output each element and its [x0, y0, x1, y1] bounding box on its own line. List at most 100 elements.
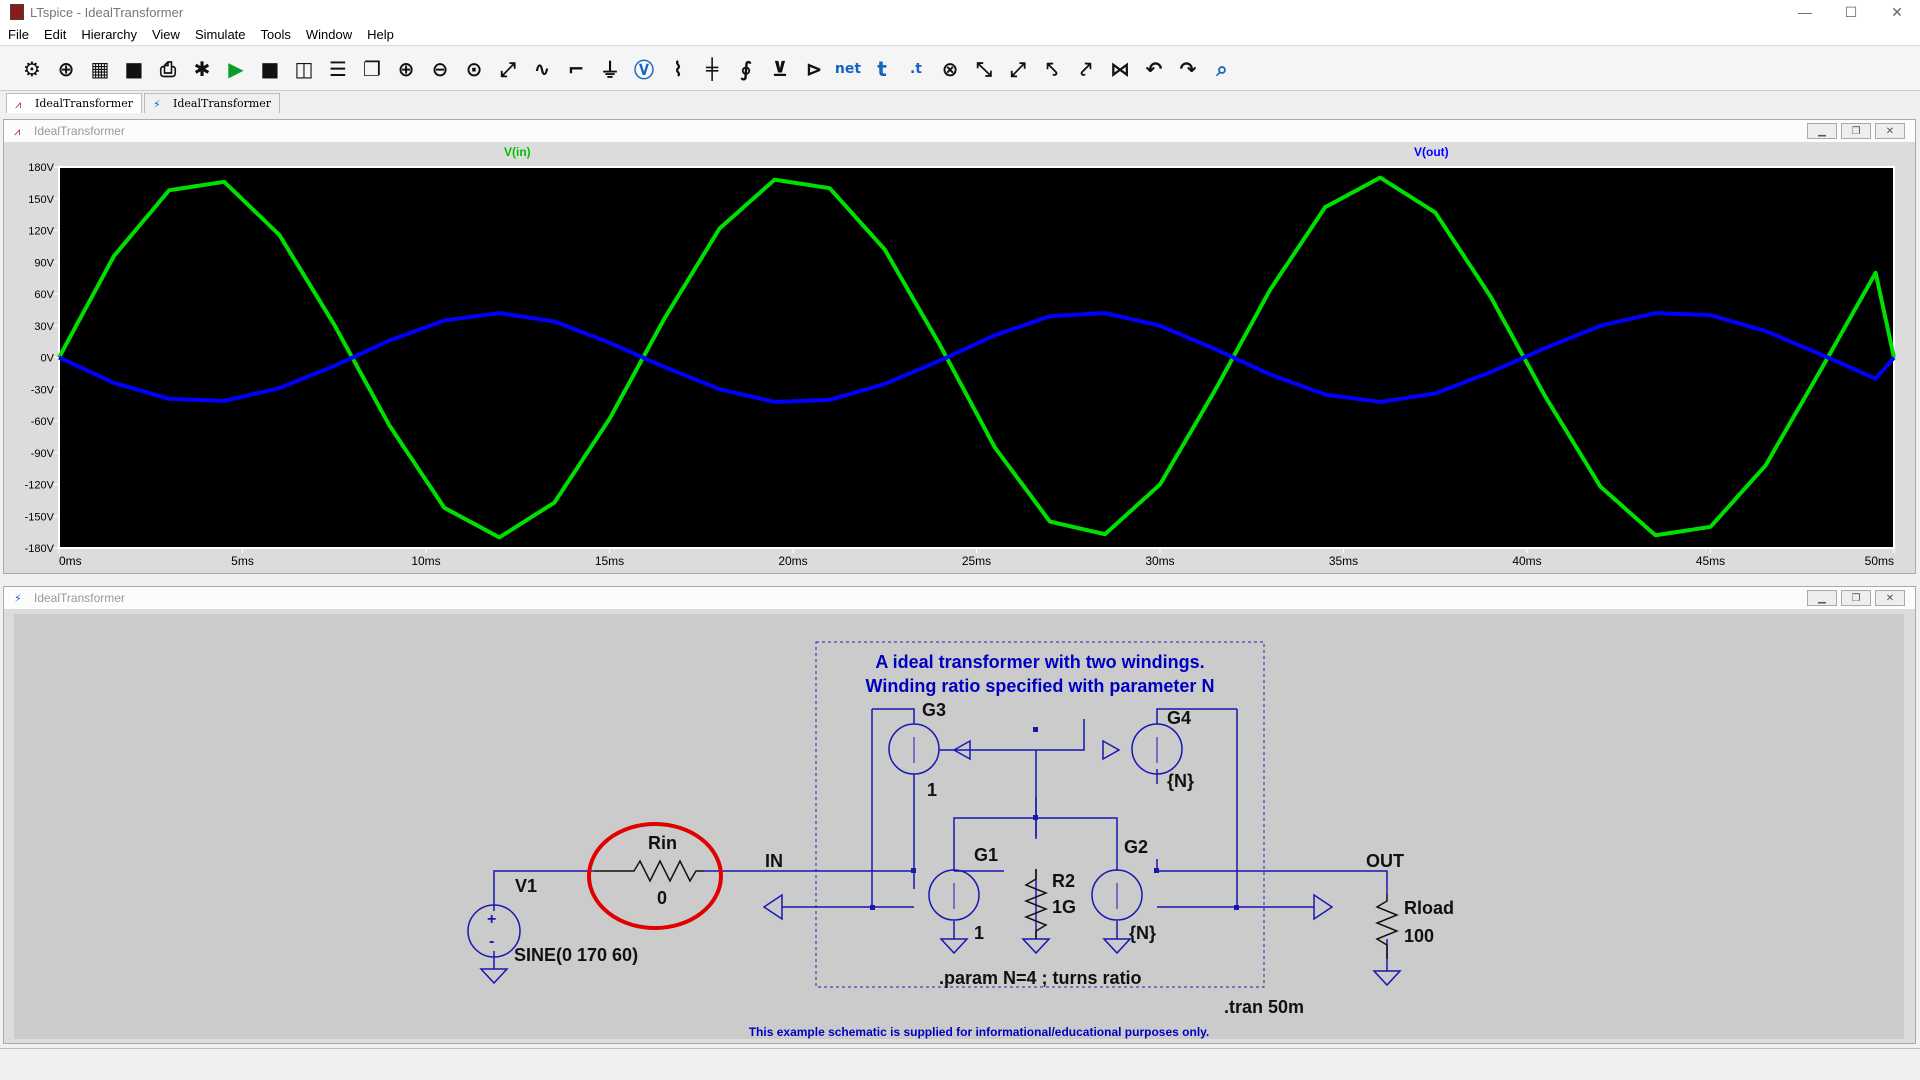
waveform-window-controls: ▁ ❐ ✕	[1803, 123, 1905, 139]
tab-schematic[interactable]: ⚡ IdealTransformer	[144, 93, 281, 113]
waveform-icon: ⩘	[15, 97, 22, 111]
waveform-plot[interactable]: V(in) V(out) 180V 150V 120V 90V 60V 30V 0V -30V…	[4, 142, 1915, 573]
rload-label[interactable]: Rload	[1404, 898, 1454, 918]
g1-label[interactable]: G1	[974, 845, 998, 865]
waveform-close-button[interactable]: ✕	[1875, 123, 1905, 139]
g4-value[interactable]: {N}	[1167, 771, 1194, 791]
r2-label[interactable]: R2	[1052, 871, 1075, 891]
component-tool-button[interactable]: ⊳	[800, 54, 828, 84]
text-tool-button[interactable]: t	[868, 54, 896, 84]
maximize-button[interactable]: ☐	[1828, 0, 1874, 24]
v1-label[interactable]: V1	[515, 876, 537, 896]
minimize-button[interactable]: —	[1782, 0, 1828, 24]
legend-vout[interactable]: V(out)	[1414, 145, 1449, 159]
v1-value[interactable]: SINE(0 170 60)	[514, 945, 638, 965]
ground-tool-button[interactable]: ⏚	[596, 54, 624, 84]
new-schematic-tool-button[interactable]: ⊕	[52, 54, 80, 84]
redo-tool-button[interactable]: ↷	[1174, 54, 1202, 84]
document-tabs: ⩘ IdealTransformer ⚡ IdealTransformer	[0, 91, 1920, 113]
undo-tool-button[interactable]: ↶	[1140, 54, 1168, 84]
zoom-in-tool-button[interactable]: ⊕	[392, 54, 420, 84]
y-tick-label: 30V	[34, 321, 54, 333]
find-tool-button[interactable]: ⌕	[1208, 54, 1236, 84]
r2-value[interactable]: 1G	[1052, 897, 1076, 917]
cascade-tool-button[interactable]: ❐	[358, 54, 386, 84]
autorange-tool-button[interactable]: ⤢	[494, 54, 522, 84]
rload-value[interactable]: 100	[1404, 926, 1434, 946]
zoom-fit-tool-button[interactable]: ⊙	[460, 54, 488, 84]
label-net-tool-button[interactable]: net	[834, 54, 862, 84]
open-tool-button[interactable]: ▦	[86, 54, 114, 84]
fft-tool-button[interactable]: ∿	[528, 54, 556, 84]
close-button[interactable]: ✕	[1874, 0, 1920, 24]
copy-tool-button[interactable]: ⤡	[970, 54, 998, 84]
diode-tool-button[interactable]: ⊻	[766, 54, 794, 84]
g2-value[interactable]: {N}	[1129, 923, 1156, 943]
g3-label[interactable]: G3	[922, 700, 946, 720]
move-tool-button[interactable]: ⤢	[1004, 54, 1032, 84]
rin-value[interactable]: 0	[657, 888, 667, 908]
y-tick-label: 150V	[28, 194, 54, 206]
param-directive[interactable]: .param N=4 ; turns ratio	[939, 968, 1142, 988]
print-tool-button[interactable]: ⎙	[154, 54, 182, 84]
schematic-restore-button[interactable]: ❐	[1841, 590, 1871, 606]
resistor-tool-button[interactable]: ⌇	[664, 54, 692, 84]
schematic-close-button[interactable]: ✕	[1875, 590, 1905, 606]
g1-value[interactable]: 1	[974, 923, 984, 943]
y-tick-label: -90V	[31, 448, 55, 460]
g4-label[interactable]: G4	[1167, 708, 1191, 728]
delete-tool-button[interactable]: ⊗	[936, 54, 964, 84]
g2-label[interactable]: G2	[1124, 837, 1148, 857]
y-tick-label: -150V	[25, 511, 55, 523]
schematic-window: ⚡ IdealTransformer ▁ ❐ ✕ A ideal transfo…	[3, 586, 1916, 1044]
menu-edit[interactable]: Edit	[44, 27, 66, 42]
menu-file[interactable]: File	[8, 27, 29, 42]
waveform-restore-button[interactable]: ❐	[1841, 123, 1871, 139]
tile-vertical-tool-button[interactable]: ◫	[290, 54, 318, 84]
inductor-tool-button[interactable]: ∮	[732, 54, 760, 84]
menu-hierarchy[interactable]: Hierarchy	[81, 27, 137, 42]
x-tick-label: 15ms	[595, 554, 624, 568]
status-bar	[0, 1048, 1920, 1080]
voltage-source-tool-button[interactable]: Ⓥ	[630, 54, 658, 84]
menu-tools[interactable]: Tools	[261, 27, 291, 42]
control-panel-tool-button[interactable]: ✱	[188, 54, 216, 84]
menu-help[interactable]: Help	[367, 27, 394, 42]
y-tick-label: 90V	[34, 257, 54, 269]
schematic-minimize-button[interactable]: ▁	[1807, 590, 1837, 606]
tab-label: IdealTransformer	[35, 97, 134, 110]
menu-window[interactable]: Window	[306, 27, 352, 42]
schematic-canvas[interactable]: A ideal transformer with two windings. W…	[4, 609, 1915, 1043]
rin-label[interactable]: Rin	[648, 833, 677, 853]
run-tool-button[interactable]: ▶	[222, 54, 250, 84]
settings-tool-button[interactable]: ⚙	[18, 54, 46, 84]
wire-tool-button[interactable]: ⌐	[562, 54, 590, 84]
zoom-out-tool-button[interactable]: ⊖	[426, 54, 454, 84]
comment-subtitle[interactable]: Winding ratio specified with parameter N	[866, 676, 1215, 696]
paste-tool-button[interactable]: ⤤	[1072, 54, 1100, 84]
plot-area	[58, 166, 1895, 549]
capacitor-tool-button[interactable]: ╪	[698, 54, 726, 84]
waveform-minimize-button[interactable]: ▁	[1807, 123, 1837, 139]
x-tick-label: 30ms	[1145, 554, 1174, 568]
x-tick-label: 50ms	[1865, 554, 1894, 568]
tab-waveform[interactable]: ⩘ IdealTransformer	[6, 93, 143, 113]
drag-tool-button[interactable]: ⤣	[1038, 54, 1066, 84]
x-tick-label: 10ms	[411, 554, 440, 568]
mirror-tool-button[interactable]: ⋈	[1106, 54, 1134, 84]
waveform-window: ⩘ IdealTransformer ▁ ❐ ✕ V(in) V(out) 18…	[3, 119, 1916, 574]
x-tick-label: 5ms	[231, 554, 254, 568]
save-tool-button[interactable]: ■	[120, 54, 148, 84]
comment-title[interactable]: A ideal transformer with two windings.	[875, 652, 1204, 672]
g3-value[interactable]: 1	[927, 780, 937, 800]
menu-view[interactable]: View	[152, 27, 180, 42]
menu-simulate[interactable]: Simulate	[195, 27, 246, 42]
net-label-out[interactable]: OUT	[1366, 851, 1404, 871]
tile-horizontal-tool-button[interactable]: ☰	[324, 54, 352, 84]
schematic-icon: ⚡	[153, 97, 161, 111]
halt-tool-button[interactable]: ■	[256, 54, 284, 84]
spice-directive-tool-button[interactable]: .t	[902, 54, 930, 84]
net-label-in[interactable]: IN	[765, 851, 783, 871]
tran-directive[interactable]: .tran 50m	[1224, 997, 1304, 1017]
legend-vin[interactable]: V(in)	[504, 145, 531, 159]
